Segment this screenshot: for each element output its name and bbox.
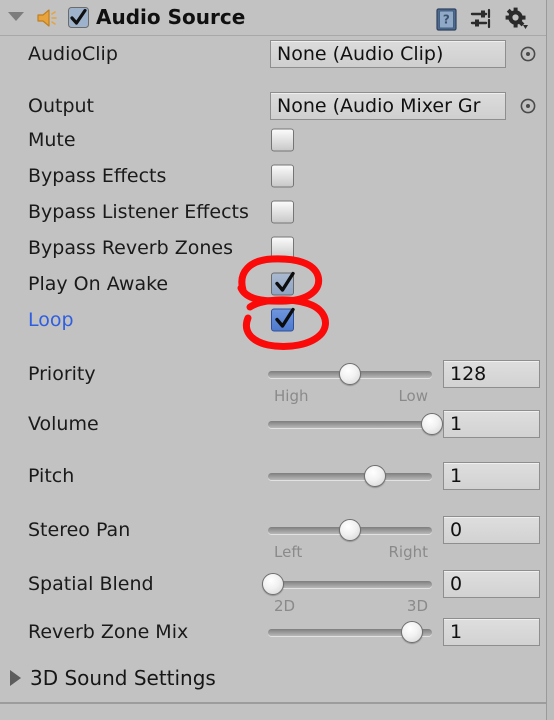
gear-icon[interactable] xyxy=(504,6,530,32)
checkmark-icon xyxy=(274,307,296,333)
row-stereo-pan: Stereo Pan Left Right 0 xyxy=(0,508,546,561)
label-bypass-reverb-zones: Bypass Reverb Zones xyxy=(28,237,233,259)
slider-thumb[interactable] xyxy=(339,519,361,541)
label-audioclip: AudioClip xyxy=(28,43,118,65)
section-3d-sound-settings-label: 3D Sound Settings xyxy=(30,666,216,690)
priority-value: 128 xyxy=(450,363,487,385)
loop-checkbox[interactable] xyxy=(271,307,296,333)
speaker-icon xyxy=(36,9,60,27)
slider-thumb[interactable] xyxy=(339,363,361,385)
svg-text:?: ? xyxy=(443,13,450,27)
preset-sliders-icon[interactable] xyxy=(468,6,494,32)
bypass-reverb-zones-checkbox[interactable] xyxy=(271,236,294,260)
slider-track xyxy=(268,581,432,588)
row-volume: Volume 1 xyxy=(0,406,546,442)
pitch-number-field[interactable]: 1 xyxy=(443,462,540,490)
row-priority: Priority High Low 128 xyxy=(0,352,546,405)
volume-number-field[interactable]: 1 xyxy=(443,410,540,438)
page-title: Audio Source xyxy=(96,5,246,29)
pitch-slider[interactable] xyxy=(268,465,432,487)
label-volume: Volume xyxy=(28,413,99,435)
row-mute: Mute xyxy=(0,122,546,158)
row-reverb-zone-mix: Reverb Zone Mix 1 xyxy=(0,614,546,650)
label-play-on-awake: Play On Awake xyxy=(28,273,169,295)
bypass-effects-checkbox[interactable] xyxy=(271,164,294,188)
component-enabled-checkbox[interactable] xyxy=(68,7,89,28)
bypass-listener-effects-checkbox[interactable] xyxy=(271,200,294,224)
volume-slider[interactable] xyxy=(268,413,443,435)
label-pitch: Pitch xyxy=(28,465,75,487)
stereo-pan-end-low: Left xyxy=(274,543,303,561)
reverb-zone-mix-number-field[interactable]: 1 xyxy=(443,618,540,646)
stereo-pan-number-field[interactable]: 0 xyxy=(443,516,540,544)
row-output: Output None (Audio Mixer Gr xyxy=(0,88,546,124)
audioclip-picker-icon[interactable] xyxy=(519,45,537,63)
row-play-on-awake: Play On Awake xyxy=(0,266,546,302)
spatial-blend-slider[interactable] xyxy=(261,573,432,595)
audioclip-object-field[interactable]: None (Audio Clip) xyxy=(270,40,506,68)
spatial-blend-end-high: 3D xyxy=(406,597,428,615)
bottom-divider xyxy=(0,702,546,704)
component-foldout-triangle-icon[interactable] xyxy=(8,12,24,21)
audioclip-value: None (Audio Clip) xyxy=(277,43,444,65)
slider-thumb[interactable] xyxy=(363,465,386,487)
slider-thumb[interactable] xyxy=(261,573,284,595)
spatial-blend-end-low: 2D xyxy=(274,597,296,615)
label-output: Output xyxy=(28,95,94,117)
label-bypass-effects: Bypass Effects xyxy=(28,165,167,187)
stereo-pan-end-high: Right xyxy=(388,543,429,561)
output-object-field[interactable]: None (Audio Mixer Gr xyxy=(270,92,506,120)
label-spatial-blend: Spatial Blend xyxy=(28,573,154,595)
row-loop: Loop xyxy=(0,302,546,338)
spatial-blend-value: 0 xyxy=(450,573,463,595)
mute-checkbox[interactable] xyxy=(271,128,294,152)
reverb-zone-mix-value: 1 xyxy=(450,621,463,643)
row-audioclip: AudioClip None (Audio Clip) xyxy=(0,36,546,72)
slider-thumb[interactable] xyxy=(401,621,424,643)
play-on-awake-checkbox[interactable] xyxy=(271,271,296,297)
slider-track xyxy=(268,473,432,480)
inspector-scrollbar-gutter[interactable] xyxy=(546,0,554,720)
priority-end-high: Low xyxy=(398,387,428,405)
row-bypass-reverb-zones: Bypass Reverb Zones xyxy=(0,230,546,266)
pitch-value: 1 xyxy=(450,465,463,487)
stereo-pan-value: 0 xyxy=(450,519,463,541)
label-mute: Mute xyxy=(28,129,76,151)
row-bypass-effects: Bypass Effects xyxy=(0,158,546,194)
audio-source-inspector: Audio Source ? AudioClip None (Audio Cli… xyxy=(0,0,554,720)
section-3d-sound-settings[interactable]: 3D Sound Settings xyxy=(0,658,546,698)
priority-number-field[interactable]: 128 xyxy=(443,360,540,388)
foldout-triangle-icon[interactable] xyxy=(10,670,21,686)
priority-end-low: High xyxy=(274,387,309,405)
help-book-icon[interactable]: ? xyxy=(434,6,460,32)
priority-slider[interactable] xyxy=(268,363,432,385)
label-stereo-pan: Stereo Pan xyxy=(28,519,131,541)
row-spatial-blend: Spatial Blend 2D 3D 0 xyxy=(0,562,546,615)
component-header[interactable]: Audio Source ? xyxy=(0,0,546,36)
label-reverb-zone-mix: Reverb Zone Mix xyxy=(28,621,189,643)
volume-value: 1 xyxy=(450,413,463,435)
slider-track xyxy=(268,421,432,428)
stereo-pan-slider[interactable] xyxy=(268,519,432,541)
row-pitch: Pitch 1 xyxy=(0,458,546,494)
output-picker-icon[interactable] xyxy=(519,97,537,115)
slider-thumb[interactable] xyxy=(421,413,443,435)
inspector-content: Audio Source ? AudioClip None (Audio Cli… xyxy=(0,0,546,720)
label-bypass-listener-effects: Bypass Listener Effects xyxy=(28,201,249,223)
reverb-zone-mix-slider[interactable] xyxy=(268,621,432,643)
spatial-blend-number-field[interactable]: 0 xyxy=(443,570,540,598)
checkmark-icon xyxy=(274,271,296,297)
label-priority: Priority xyxy=(28,363,96,385)
row-bypass-listener-effects: Bypass Listener Effects xyxy=(0,194,546,230)
label-loop: Loop xyxy=(28,309,74,331)
output-value: None (Audio Mixer Gr xyxy=(277,95,481,117)
